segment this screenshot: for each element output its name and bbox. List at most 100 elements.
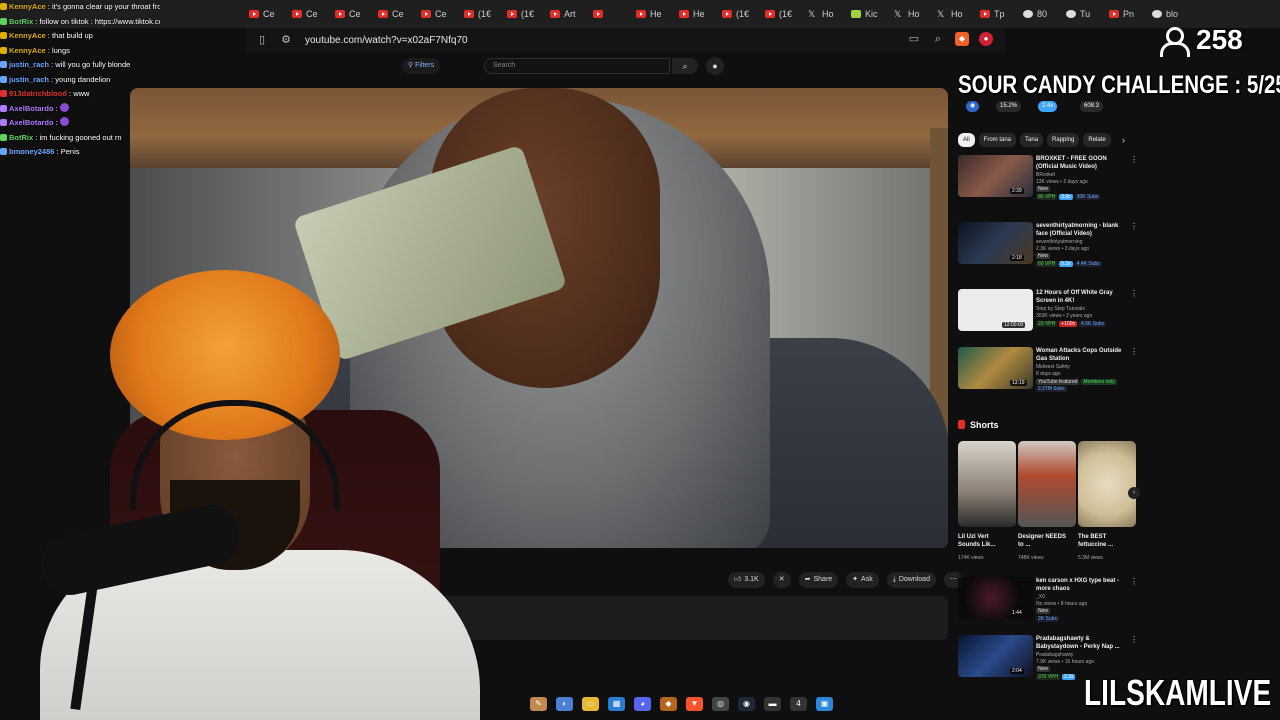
- chat-username[interactable]: AxelBotardo: [9, 104, 54, 113]
- description-box[interactable]: [420, 596, 948, 640]
- browser-tab[interactable]: (1€: [718, 3, 761, 25]
- address-bar[interactable]: ▯ ⚙ youtube.com/watch?v=x02aF7Nfq70 ▭ ⌕ …: [245, 28, 1005, 52]
- like-button[interactable]: 👍︎ 3.1K: [728, 572, 765, 588]
- browser-tab[interactable]: [589, 3, 632, 25]
- shorts-heading: Shorts: [958, 420, 1138, 434]
- more-vert-icon[interactable]: ⋮: [1130, 577, 1138, 586]
- chat-username[interactable]: 913datrichblood: [9, 89, 67, 98]
- browser-tab[interactable]: 80: [1019, 3, 1062, 25]
- browser-tab[interactable]: Ce: [288, 3, 331, 25]
- browser-tab[interactable]: He: [675, 3, 718, 25]
- chip-tana[interactable]: Tana: [1020, 133, 1044, 147]
- recommendation-channel[interactable]: Pradabagshawty: [1036, 652, 1130, 659]
- chat-username[interactable]: bmoney2486: [9, 147, 54, 156]
- recommendation-title[interactable]: seventhirtyatmorning - blank face (Offic…: [1036, 222, 1130, 238]
- voice-search-button[interactable]: ●: [706, 57, 724, 75]
- recommendation-channel[interactable]: BRoxket: [1036, 172, 1130, 179]
- short-title[interactable]: Designer NEEDS to ...: [1018, 533, 1068, 549]
- recommendation-item[interactable]: 12:00:00 12 Hours of Off White Gray Scre…: [958, 289, 1138, 345]
- brave-icon[interactable]: ▼: [686, 697, 703, 711]
- browser-tab[interactable]: Art: [546, 3, 589, 25]
- more-vert-icon[interactable]: ⋮: [1130, 289, 1138, 298]
- copilot-icon[interactable]: ◐: [556, 697, 573, 711]
- recommendation-title[interactable]: BROXKET - FREE GOON (Official Music Vide…: [1036, 155, 1130, 171]
- search-input[interactable]: Search: [484, 58, 670, 74]
- short-title[interactable]: Lil Uzi Vert Sounds Lik...: [958, 533, 1008, 549]
- extension-icon[interactable]: ●: [979, 32, 993, 46]
- bookmark-icon[interactable]: ▯: [255, 33, 269, 47]
- folder-icon[interactable]: ▭: [582, 697, 599, 711]
- short-thumbnail[interactable]: [1078, 441, 1136, 527]
- chip-rapping[interactable]: Rapping: [1047, 133, 1080, 147]
- download-button[interactable]: ⤓ Download: [886, 572, 936, 588]
- chat-username[interactable]: AxelBotardo: [9, 118, 54, 127]
- chip-all[interactable]: All: [958, 133, 975, 147]
- obs-icon[interactable]: ◎: [712, 697, 729, 711]
- browser-tab[interactable]: Kic: [847, 3, 890, 25]
- browser-tab[interactable]: Tp: [976, 3, 1019, 25]
- browser-tab[interactable]: Ce: [374, 3, 417, 25]
- search-button[interactable]: ⌕: [672, 58, 698, 74]
- chip-related[interactable]: Relate: [1083, 133, 1111, 147]
- browser-tab[interactable]: He: [632, 3, 675, 25]
- short-thumbnail[interactable]: [958, 441, 1016, 527]
- browser-tab[interactable]: (1€: [460, 3, 503, 25]
- app-icon[interactable]: ▬: [764, 697, 781, 711]
- url-text[interactable]: youtube.com/watch?v=x02aF7Nfq70: [305, 35, 468, 46]
- store-icon[interactable]: ▦: [608, 697, 625, 711]
- recommendation-channel[interactable]: seventhirtyatmorning: [1036, 239, 1130, 246]
- chip-from-tana[interactable]: From tana: [978, 133, 1017, 147]
- recommendation-title[interactable]: ken carson x HXG type beat - more chaos: [1036, 577, 1130, 593]
- zoom-icon[interactable]: ⌕: [931, 32, 945, 46]
- chat-username[interactable]: BotRix: [9, 133, 33, 142]
- chat-username[interactable]: BotRix: [9, 17, 33, 26]
- share-button[interactable]: ➦ Share: [798, 572, 839, 588]
- recommendation-title[interactable]: Woman Attacks Cops Outside Gas Station: [1036, 347, 1130, 363]
- ask-button[interactable]: ✦ Ask: [846, 572, 879, 588]
- steam-icon[interactable]: ◉: [738, 697, 755, 711]
- browser-tab[interactable]: Ce: [245, 3, 288, 25]
- photos-icon[interactable]: ▣: [816, 697, 833, 711]
- app-icon[interactable]: ◆: [660, 697, 677, 711]
- browser-tab[interactable]: Ce: [331, 3, 374, 25]
- recommendation-title[interactable]: Pradabagshawty & Babystaydown - Perky Na…: [1036, 635, 1130, 651]
- recommendation-item[interactable]: 2:18 seventhirtyatmorning - blank face (…: [958, 222, 1138, 278]
- chevron-right-icon[interactable]: ›: [1128, 487, 1140, 499]
- more-vert-icon[interactable]: ⋮: [1130, 635, 1138, 644]
- discord-icon[interactable]: ◕: [634, 697, 651, 711]
- browser-tab[interactable]: 𝕏 Ho: [933, 3, 976, 25]
- browser-tab-label: Ce: [263, 9, 275, 19]
- browser-tab[interactable]: 𝕏 Ho: [890, 3, 933, 25]
- browser-tab[interactable]: (1€: [761, 3, 804, 25]
- browser-tab[interactable]: 𝕏 Ho: [804, 3, 847, 25]
- short-title[interactable]: The BEST fettuccine ...: [1078, 533, 1128, 549]
- browser-tab[interactable]: (1€: [503, 3, 546, 25]
- browser-tab[interactable]: Ce: [417, 3, 460, 25]
- more-vert-icon[interactable]: ⋮: [1130, 347, 1138, 356]
- short-thumbnail[interactable]: [1018, 441, 1076, 527]
- recommendation-title[interactable]: 12 Hours of Off White Gray Screen in 4K!: [1036, 289, 1130, 305]
- chevron-right-icon[interactable]: ›: [1122, 133, 1125, 147]
- chat-username[interactable]: justin_rach: [9, 60, 49, 69]
- site-settings-icon[interactable]: ⚙: [279, 33, 293, 47]
- chat-username[interactable]: KennyAce: [9, 2, 46, 11]
- brave-shield-icon[interactable]: ◆: [955, 32, 969, 46]
- more-vert-icon[interactable]: ⋮: [1130, 222, 1138, 231]
- dislike-button[interactable]: ✕: [772, 572, 791, 588]
- more-vert-icon[interactable]: ⋮: [1130, 155, 1138, 164]
- recommendation-item[interactable]: 2:39 BROXKET - FREE GOON (Official Music…: [958, 155, 1138, 211]
- cast-icon[interactable]: ▭: [907, 32, 921, 46]
- 4k-icon[interactable]: 4: [790, 697, 807, 711]
- browser-tab[interactable]: Tu: [1062, 3, 1105, 25]
- chat-username[interactable]: KennyAce: [9, 46, 46, 55]
- filters-button[interactable]: ⚲ Filters: [402, 58, 441, 74]
- paint-icon[interactable]: ✎: [530, 697, 547, 711]
- recommendation-channel[interactable]: Step by Step Tutorials: [1036, 306, 1130, 313]
- browser-tab[interactable]: Pn: [1105, 3, 1148, 25]
- recommendation-channel[interactable]: _X0: [1036, 594, 1130, 601]
- recommendation-item[interactable]: 1:44 ken carson x HXG type beat - more c…: [958, 577, 1138, 633]
- chat-username[interactable]: justin_rach: [9, 75, 49, 84]
- recommendation-item[interactable]: 13:19 Woman Attacks Cops Outside Gas Sta…: [958, 347, 1138, 403]
- chat-username[interactable]: KennyAce: [9, 31, 46, 40]
- recommendation-channel[interactable]: Midwest Safety: [1036, 364, 1130, 371]
